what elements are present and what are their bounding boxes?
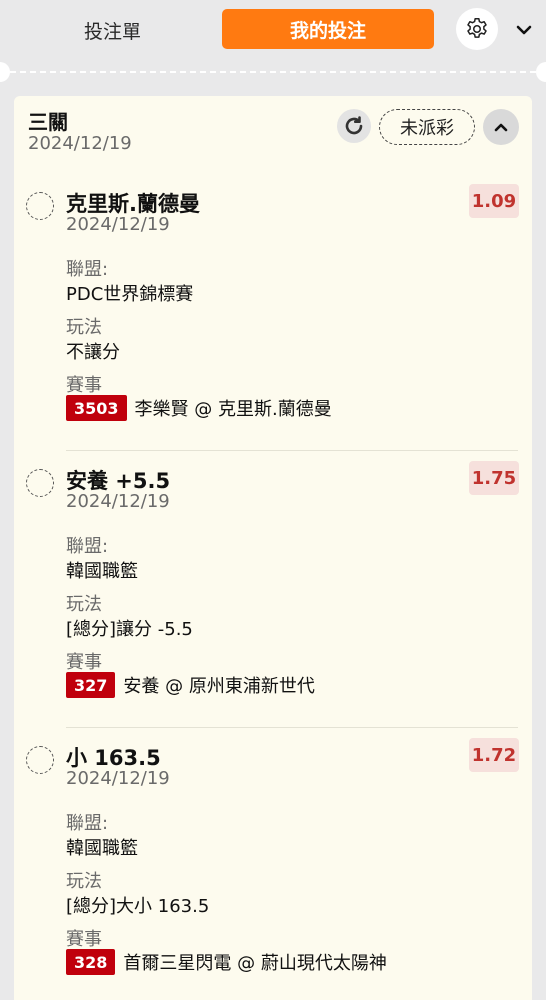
- event-code-badge: 3503: [66, 395, 127, 421]
- event-label: 賽事: [66, 929, 102, 950]
- market-value: [總分]讓分 -5.5: [66, 619, 193, 640]
- bet-leg: 小 163.5 2024/12/19 1.72 聯盟: 韓國職籃 玩法 [總分]…: [14, 738, 532, 1000]
- bet-date: 2024/12/19: [28, 133, 132, 154]
- leg-status-indicator: [26, 746, 54, 774]
- leg-status-indicator: [26, 469, 54, 497]
- leg-divider: [66, 450, 518, 451]
- status-badge: 未派彩: [379, 109, 475, 145]
- event-row: 3503 李樂賢 @ 克里斯.蘭德曼: [66, 395, 332, 421]
- leg-status-indicator: [26, 192, 54, 220]
- collapse-button[interactable]: [483, 109, 519, 145]
- chevron-up-icon: [494, 123, 508, 132]
- top-tab-bar: 投注單 我的投注: [0, 0, 546, 62]
- event-row: 328 首爾三星閃電 @ 蔚山現代太陽神: [66, 949, 387, 975]
- market-value: 不讓分: [66, 342, 120, 363]
- event-matchup: 李樂賢 @ 克里斯.蘭德曼: [134, 399, 332, 420]
- event-matchup: 首爾三星閃電 @ 蔚山現代太陽神: [123, 953, 387, 974]
- refresh-icon: [345, 116, 363, 135]
- market-label: 玩法: [66, 317, 102, 338]
- expand-toggle-button[interactable]: [510, 16, 538, 44]
- settings-button[interactable]: [456, 8, 498, 50]
- refresh-button[interactable]: [337, 109, 371, 143]
- leg-odds: 1.09: [469, 184, 519, 218]
- bet-leg: 安養 +5.5 2024/12/19 1.75 聯盟: 韓國職籃 玩法 [總分]…: [14, 461, 532, 739]
- league-value: 韓國職籃: [66, 838, 138, 859]
- event-matchup: 安養 @ 原州東浦新世代: [123, 676, 315, 697]
- league-label: 聯盟:: [66, 813, 109, 834]
- league-label: 聯盟:: [66, 259, 109, 280]
- league-value: PDC世界錦標賽: [66, 284, 194, 305]
- chevron-down-icon: [516, 25, 532, 35]
- event-label: 賽事: [66, 652, 102, 673]
- tab-my-bets[interactable]: 我的投注: [222, 9, 434, 49]
- market-value: [總分]大小 163.5: [66, 896, 210, 917]
- leg-divider: [66, 727, 518, 728]
- bet-type-title: 三關: [28, 110, 68, 134]
- leg-odds: 1.72: [469, 738, 519, 772]
- bet-leg: 克里斯.蘭德曼 2024/12/19 1.09 聯盟: PDC世界錦標賽 玩法 …: [14, 184, 532, 462]
- leg-date: 2024/12/19: [66, 768, 170, 789]
- league-label: 聯盟:: [66, 536, 109, 557]
- event-row: 327 安養 @ 原州東浦新世代: [66, 672, 315, 698]
- market-label: 玩法: [66, 871, 102, 892]
- event-label: 賽事: [66, 375, 102, 396]
- perforated-divider: [0, 60, 546, 84]
- tab-betslip[interactable]: 投注單: [40, 10, 185, 50]
- gear-icon: [467, 17, 487, 38]
- market-label: 玩法: [66, 594, 102, 615]
- leg-odds: 1.75: [469, 461, 519, 495]
- event-code-badge: 328: [66, 949, 116, 975]
- event-code-badge: 327: [66, 672, 116, 698]
- bet-card: 三關 2024/12/19 未派彩 克里斯.蘭德曼 2024/12/19 1.0…: [14, 96, 532, 1000]
- leg-date: 2024/12/19: [66, 491, 170, 512]
- leg-date: 2024/12/19: [66, 214, 170, 235]
- league-value: 韓國職籃: [66, 561, 138, 582]
